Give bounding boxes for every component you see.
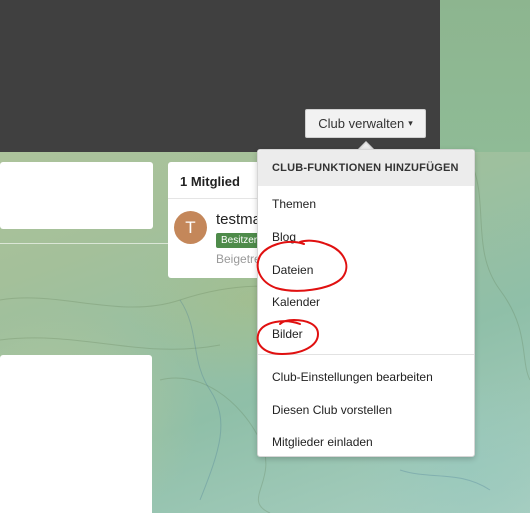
menu-item-dateien[interactable]: Dateien — [272, 263, 313, 277]
club-manage-menu: CLUB-FUNKTIONEN HINZUFÜGEN Themen Blog D… — [257, 149, 475, 457]
club-manage-label: Club verwalten — [318, 116, 405, 131]
club-manage-button[interactable]: Club verwalten ▾ — [305, 109, 426, 138]
menu-item-themen[interactable]: Themen — [272, 197, 316, 211]
menu-divider — [258, 354, 474, 355]
left-card-bottom — [0, 355, 152, 513]
map-strip — [440, 0, 530, 152]
member-name[interactable]: testma — [216, 211, 261, 228]
avatar-initial: T — [185, 217, 196, 237]
caret-down-icon: ▾ — [408, 118, 413, 128]
menu-item-blog[interactable]: Blog — [272, 230, 296, 244]
menu-section-title: CLUB-FUNKTIONEN HINZUFÜGEN — [258, 150, 474, 186]
members-widget: 1 Mitglied T testma Besitzer Beigetreten — [168, 162, 268, 278]
members-divider — [168, 198, 268, 199]
avatar[interactable]: T — [174, 211, 207, 244]
menu-item-invite-members[interactable]: Mitglieder einladen — [272, 435, 373, 449]
menu-item-feature-club[interactable]: Diesen Club vorstellen — [272, 403, 392, 417]
menu-item-club-settings[interactable]: Club-Einstellungen bearbeiten — [272, 370, 433, 384]
left-card-top — [0, 162, 153, 229]
members-title: 1 Mitglied — [180, 174, 240, 189]
menu-item-kalender[interactable]: Kalender — [272, 295, 320, 309]
menu-item-bilder[interactable]: Bilder — [272, 327, 303, 341]
divider — [0, 243, 168, 244]
owner-badge: Besitzer — [216, 233, 263, 248]
